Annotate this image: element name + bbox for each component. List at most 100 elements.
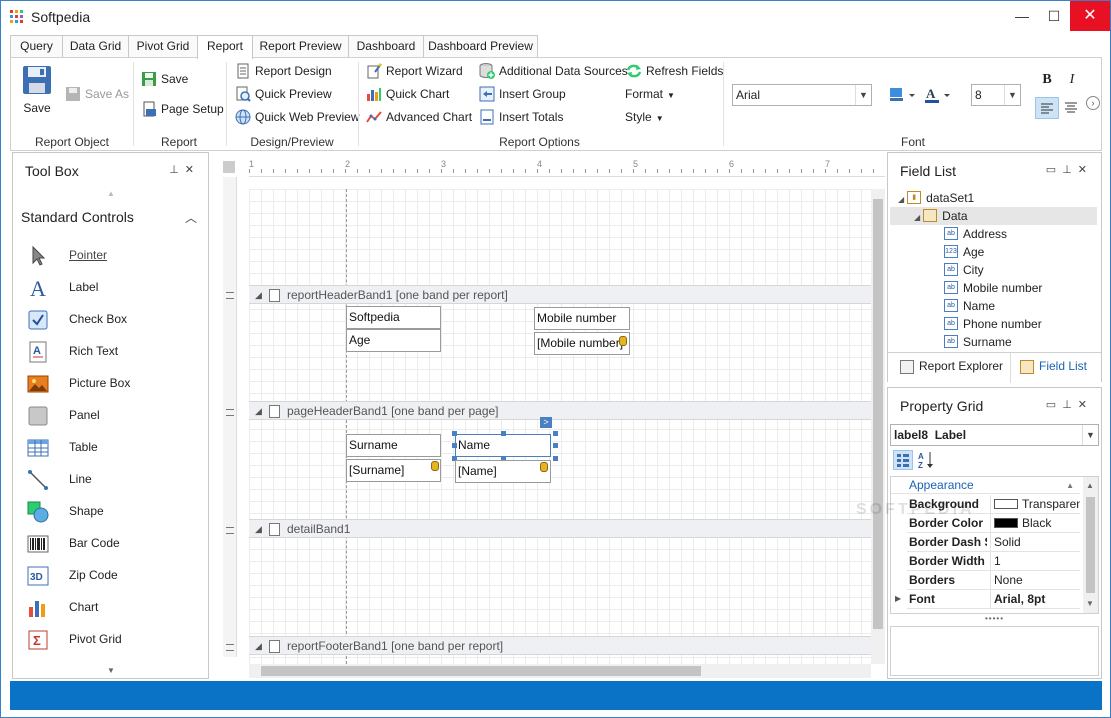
band-grip-icon[interactable] bbox=[226, 409, 234, 416]
collapse-section-icon[interactable]: ︿ bbox=[185, 209, 197, 226]
resize-handle[interactable] bbox=[553, 431, 558, 436]
collapse-band-icon[interactable]: ◢ bbox=[255, 520, 262, 538]
tree-field[interactable]: 123 Age bbox=[944, 243, 984, 261]
property-value[interactable]: Black bbox=[990, 514, 1080, 532]
align-center-button[interactable] bbox=[1060, 97, 1084, 119]
cell-mobile-label[interactable]: Mobile number bbox=[534, 307, 630, 330]
scroll-down-icon[interactable]: ▼ bbox=[1086, 599, 1094, 608]
tab-report-explorer[interactable]: Report Explorer bbox=[900, 359, 1003, 374]
save-large-button[interactable]: Save bbox=[20, 64, 54, 115]
band-report-header[interactable]: ◢ reportHeaderBand1 [one band per report] bbox=[249, 285, 871, 304]
bold-button[interactable]: B bbox=[1037, 70, 1057, 90]
minimize-button[interactable]: — bbox=[1006, 1, 1038, 31]
resize-handle[interactable] bbox=[553, 443, 558, 448]
property-grid-scrollbar[interactable]: ▲ ▼ bbox=[1083, 477, 1098, 613]
tool-bar-code[interactable]: Bar Code bbox=[27, 531, 120, 555]
scroll-down-icon[interactable]: ▼ bbox=[107, 666, 115, 675]
tab-report[interactable]: Report bbox=[197, 35, 253, 59]
cell-softpedia[interactable]: Softpedia bbox=[346, 306, 441, 329]
quick-preview-button[interactable]: Quick Preview bbox=[235, 84, 332, 104]
property-value[interactable]: Arial, 8pt bbox=[990, 590, 1080, 608]
tree-field[interactable]: ab City bbox=[944, 261, 984, 279]
tab-report-preview[interactable]: Report Preview bbox=[252, 35, 349, 58]
band-grip-icon[interactable] bbox=[226, 527, 234, 534]
insert-totals-button[interactable]: Insert Totals bbox=[479, 107, 563, 127]
expand-icon[interactable]: ◢ bbox=[898, 195, 904, 204]
tab-pivot-grid[interactable]: Pivot Grid bbox=[128, 35, 198, 58]
band-detail[interactable]: ◢ detailBand1 bbox=[249, 519, 871, 538]
format-dropdown[interactable]: Format ▼ bbox=[625, 84, 675, 104]
property-grid-panel-buttons[interactable]: ▭⊥✕ bbox=[1046, 398, 1093, 411]
tab-dashboard[interactable]: Dashboard bbox=[348, 35, 424, 58]
band-report-footer[interactable]: ◢ reportFooterBand1 [one band per report] bbox=[249, 636, 871, 655]
property-value[interactable]: 1 bbox=[990, 552, 1080, 570]
field-list-panel-buttons[interactable]: ▭⊥✕ bbox=[1046, 163, 1093, 176]
categorized-view-button[interactable] bbox=[893, 450, 913, 470]
tab-field-list[interactable]: Field List bbox=[1020, 359, 1087, 374]
scrollbar-thumb[interactable] bbox=[1086, 497, 1095, 593]
tool-chart[interactable]: Chart bbox=[27, 595, 98, 619]
align-left-button[interactable] bbox=[1035, 97, 1059, 119]
font-size-select[interactable]: 8 ▼ bbox=[971, 84, 1021, 106]
report-wizard-button[interactable]: Report Wizard bbox=[366, 61, 463, 81]
tree-field[interactable]: ab Address bbox=[944, 225, 1007, 243]
property-value[interactable]: Transparent bbox=[990, 495, 1080, 513]
tool-shape[interactable]: Shape bbox=[27, 499, 104, 523]
tool-rich-text[interactable]: A Rich Text bbox=[27, 339, 118, 363]
tab-data-grid[interactable]: Data Grid bbox=[62, 35, 129, 58]
tool-pivot-grid[interactable]: Σ Pivot Grid bbox=[27, 627, 122, 651]
cell-name-field[interactable]: [Name] bbox=[455, 460, 551, 483]
cell-surname-field[interactable]: [Surname] bbox=[346, 459, 441, 482]
save-button[interactable]: Save bbox=[141, 69, 188, 89]
tool-zip-code[interactable]: 3D Zip Code bbox=[27, 563, 118, 587]
scrollbar-thumb[interactable] bbox=[261, 666, 701, 676]
band-page-header[interactable]: ◢ pageHeaderBand1 [one band per page] bbox=[249, 401, 871, 420]
quick-chart-button[interactable]: Quick Chart bbox=[366, 84, 449, 104]
font-family-select[interactable]: Arial ▼ bbox=[732, 84, 872, 106]
tool-pointer[interactable]: Pointer bbox=[27, 243, 107, 267]
scroll-up-icon[interactable]: ▲ bbox=[107, 189, 115, 198]
cell-name-label[interactable]: Name bbox=[455, 434, 551, 457]
style-dropdown[interactable]: Style ▼ bbox=[625, 107, 664, 127]
expand-icon[interactable]: ◢ bbox=[914, 213, 920, 222]
maximize-button[interactable]: ☐ bbox=[1038, 1, 1070, 31]
band-grip-icon[interactable] bbox=[226, 644, 234, 651]
property-row[interactable]: Border Dash StyleSolid bbox=[907, 533, 1080, 552]
tab-dashboard-preview[interactable]: Dashboard Preview bbox=[423, 35, 538, 58]
tree-field[interactable]: ab Surname bbox=[944, 333, 1012, 351]
resize-handle[interactable] bbox=[452, 431, 457, 436]
tool-panel[interactable]: Panel bbox=[27, 403, 100, 427]
scroll-up-icon[interactable]: ▲ bbox=[1086, 481, 1094, 490]
tool-picture-box[interactable]: Picture Box bbox=[27, 371, 130, 395]
band-grip-icon[interactable] bbox=[226, 292, 234, 299]
designer-horizontal-scrollbar[interactable] bbox=[249, 664, 871, 678]
more-font-options-icon[interactable]: › bbox=[1086, 96, 1100, 110]
property-row[interactable]: Borders None bbox=[907, 571, 1080, 590]
cell-mobile-field[interactable]: [Mobile number] bbox=[534, 332, 630, 355]
tool-label[interactable]: A Label bbox=[27, 275, 98, 301]
designer-vertical-scrollbar[interactable] bbox=[871, 189, 885, 664]
advanced-chart-button[interactable]: Advanced Chart bbox=[366, 107, 472, 127]
tool-table[interactable]: Table bbox=[27, 435, 98, 459]
collapse-category-icon[interactable]: ▲ bbox=[1066, 477, 1074, 494]
property-row[interactable]: ▶ Font Arial, 8pt bbox=[895, 590, 1080, 609]
quick-web-preview-button[interactable]: Quick Web Preview bbox=[235, 107, 359, 127]
tree-field[interactable]: ab Mobile number bbox=[944, 279, 1042, 297]
tree-node-dataset[interactable]: ◢ ▮ dataSet1 bbox=[898, 189, 974, 207]
refresh-fields-button[interactable]: Refresh Fields bbox=[626, 61, 723, 81]
resize-handle[interactable] bbox=[452, 443, 457, 448]
fore-color-button[interactable]: A bbox=[924, 86, 954, 104]
resize-handle[interactable] bbox=[501, 431, 506, 436]
design-surface[interactable]: ◢ reportHeaderBand1 [one band per report]… bbox=[249, 189, 871, 664]
property-value[interactable]: Solid bbox=[990, 533, 1080, 551]
tool-line[interactable]: Line bbox=[27, 467, 92, 491]
tree-field[interactable]: ab Name bbox=[944, 297, 995, 315]
report-design-button[interactable]: Report Design bbox=[235, 61, 332, 81]
alphabetical-view-button[interactable]: AZ bbox=[917, 450, 937, 470]
tree-field[interactable]: ab Phone number bbox=[944, 315, 1042, 333]
collapse-band-icon[interactable]: ◢ bbox=[255, 402, 262, 420]
toolbox-panel-buttons[interactable]: ⊥✕ bbox=[169, 163, 200, 176]
tool-check-box[interactable]: Check Box bbox=[27, 307, 127, 331]
tree-node-data-table[interactable]: ◢ Data bbox=[890, 207, 1097, 225]
smart-tag-icon[interactable]: > bbox=[540, 417, 552, 428]
